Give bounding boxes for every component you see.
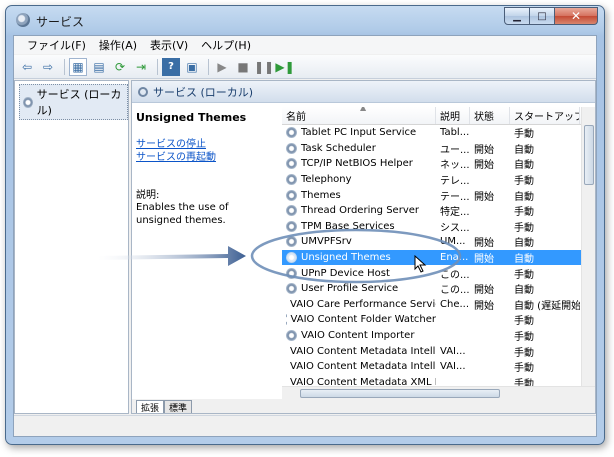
mouse-cursor-icon <box>414 255 427 273</box>
annotation-overlay <box>98 228 462 284</box>
annotation-arrow-icon <box>98 246 246 266</box>
annotation-highlight-ellipse <box>250 228 462 284</box>
